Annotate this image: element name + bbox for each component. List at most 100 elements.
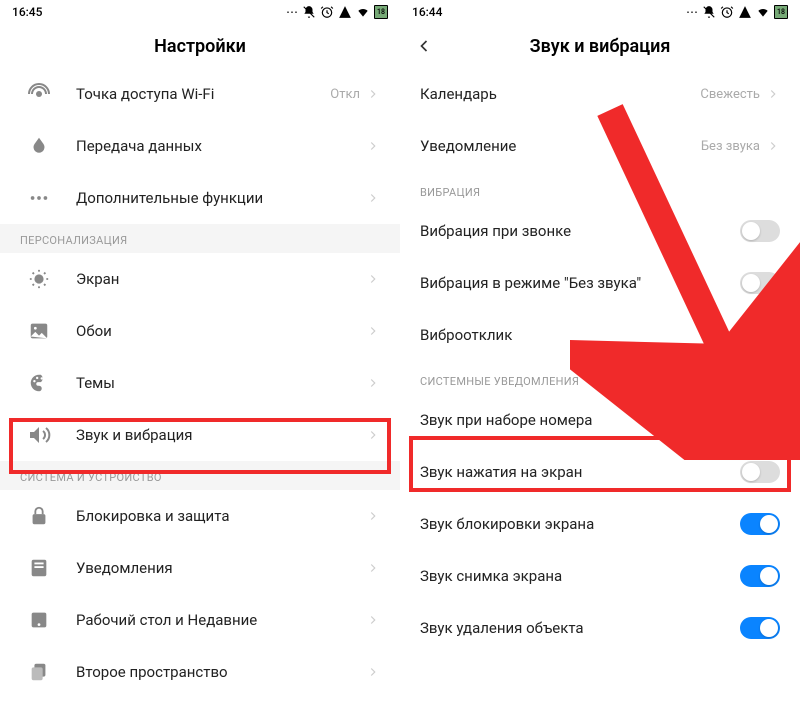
chevron-right-icon [366, 87, 380, 101]
row-lock-sound[interactable]: Звук блокировки экрана [400, 498, 800, 550]
page-title: Звук и вибрация [530, 36, 671, 57]
row-label: Экран [76, 270, 366, 288]
row-label: Вибрация при звонке [420, 222, 740, 240]
row-calendar[interactable]: Календарь Свежесть [400, 68, 800, 120]
row-lock-security[interactable]: Блокировка и защита [0, 490, 400, 542]
chevron-right-icon [366, 272, 380, 286]
section-system-notifications: СИСТЕМНЫЕ УВЕДОМЛЕНИЯ [400, 361, 800, 394]
home-icon [26, 607, 52, 633]
battery-icon: 18 [374, 5, 388, 19]
row-label: Второе пространство [76, 663, 366, 681]
toggle-delete-sound[interactable] [740, 617, 780, 639]
more-icon: ⋯ [286, 5, 298, 19]
row-vibrate-on-call[interactable]: Вибрация при звонке [400, 205, 800, 257]
hotspot-icon [26, 81, 52, 107]
toggle-vibrate-silent[interactable] [740, 272, 780, 294]
row-notifications[interactable]: Уведомления [0, 542, 400, 594]
status-bar: 16:44 ⋯ 18 [400, 0, 800, 24]
row-wifi-ap[interactable]: Точка доступа Wi-Fi Откл [0, 68, 400, 120]
row-label: Звук снимка экрана [420, 567, 740, 585]
row-display[interactable]: Экран [0, 253, 400, 305]
row-notification-sound[interactable]: Уведомление Без звука [400, 120, 800, 172]
battery-icon: 18 [774, 5, 788, 19]
row-label: Обои [76, 322, 366, 340]
row-screenshot-sound[interactable]: Звук снимка экрана [400, 550, 800, 602]
header: Настройки [0, 24, 400, 68]
image-icon [26, 318, 52, 344]
phone-left: 16:45 ⋯ 18 Настройки Точка доступа Wi-Fi… [0, 0, 400, 710]
row-sound-vibration[interactable]: Звук и вибрация [0, 409, 400, 461]
chevron-right-icon [366, 509, 380, 523]
row-label: Звук блокировки экрана [420, 515, 740, 533]
row-label: Передача данных [76, 137, 366, 155]
brightness-icon [26, 266, 52, 292]
status-bar: 16:45 ⋯ 18 [0, 0, 400, 24]
row-value: Нет [738, 328, 760, 343]
row-label: Точка доступа Wi-Fi [76, 85, 330, 103]
row-data-transfer[interactable]: Передача данных [0, 120, 400, 172]
chevron-right-icon [366, 191, 380, 205]
page-title: Настройки [154, 36, 246, 57]
alarm-icon [320, 5, 334, 19]
chevron-left-icon [414, 36, 434, 56]
back-button[interactable] [412, 34, 436, 58]
wifi-icon [756, 5, 770, 19]
row-value: Свежесть [700, 87, 760, 102]
row-vibrate-silent[interactable]: Вибрация в режиме "Без звука" [400, 257, 800, 309]
chevron-right-icon [766, 139, 780, 153]
section-personalization: ПЕРСОНАЛИЗАЦИЯ [0, 224, 400, 253]
row-label: Рабочий стол и Недавние [76, 611, 366, 629]
status-icons: ⋯ 18 [286, 5, 388, 19]
settings-list: Точка доступа Wi-Fi Откл Передача данных… [0, 68, 400, 710]
row-label: Темы [76, 374, 366, 392]
row-wallpaper[interactable]: Обои [0, 305, 400, 357]
status-icons: ⋯ 18 [686, 5, 788, 19]
chevron-right-icon [366, 561, 380, 575]
toggle-lock-sound[interactable] [740, 513, 780, 535]
status-time: 16:45 [12, 5, 42, 19]
toggle-vibrate-call[interactable] [740, 220, 780, 242]
row-value: Без звука [701, 139, 760, 154]
row-haptic-feedback[interactable]: Виброотклик Нет [400, 309, 800, 361]
chevron-right-icon [366, 613, 380, 627]
row-second-space[interactable]: Второе пространство [0, 646, 400, 698]
chevron-right-icon [366, 376, 380, 390]
mute-icon [302, 5, 316, 19]
chevron-right-icon [366, 139, 380, 153]
row-delete-sound[interactable]: Звук удаления объекта [400, 602, 800, 654]
row-label: Виброотклик [420, 326, 738, 344]
row-themes[interactable]: Темы [0, 357, 400, 409]
row-label: Звук при наборе номера [420, 411, 740, 429]
section-system-device: СИСТЕМА И УСТРОЙСТВО [0, 461, 400, 490]
row-value: Откл [330, 87, 360, 102]
chevron-right-icon [366, 665, 380, 679]
row-label: Уведомления [76, 559, 366, 577]
signal-icon [738, 5, 752, 19]
volume-icon [26, 422, 52, 448]
mute-icon [702, 5, 716, 19]
row-dial-pad-sound[interactable]: Звук при наборе номера [400, 394, 800, 446]
header: Звук и вибрация [400, 24, 800, 68]
alarm-icon [720, 5, 734, 19]
toggle-screenshot-sound[interactable] [740, 565, 780, 587]
row-tap-sound[interactable]: Звук нажатия на экран [400, 446, 800, 498]
droplet-icon [26, 133, 52, 159]
row-label: Звук и вибрация [76, 426, 366, 444]
row-label: Вибрация в режиме "Без звука" [420, 274, 740, 292]
toggle-dial-sound[interactable] [740, 409, 780, 431]
status-time: 16:44 [412, 5, 442, 19]
phone-right: 16:44 ⋯ 18 Звук и вибрация Календарь Све… [400, 0, 800, 710]
row-extra-functions[interactable]: Дополнительные функции [0, 172, 400, 224]
toggle-tap-sound[interactable] [740, 461, 780, 483]
chevron-right-icon [366, 324, 380, 338]
copy-icon [26, 659, 52, 685]
wifi-icon [356, 5, 370, 19]
signal-icon [338, 5, 352, 19]
more-icon: ⋯ [686, 5, 698, 19]
palette-icon [26, 370, 52, 396]
row-home-recents[interactable]: Рабочий стол и Недавние [0, 594, 400, 646]
row-label: Звук нажатия на экран [420, 463, 740, 481]
lock-icon [26, 503, 52, 529]
sound-settings-list: Календарь Свежесть Уведомление Без звука… [400, 68, 800, 710]
row-label: Звук удаления объекта [420, 619, 740, 637]
